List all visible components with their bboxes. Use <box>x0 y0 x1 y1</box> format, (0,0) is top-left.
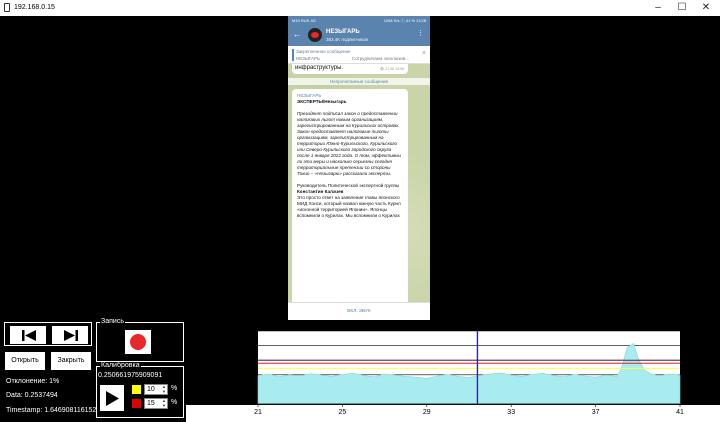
phone-status-bar: M13 RUS 4G 1264 K/s ⓘ 41 % 13:28 <box>288 16 430 24</box>
pinned-source: НЕЗЫГАРЬ <box>296 56 320 61</box>
unmute-button[interactable]: ВКЛ. ЗВУК <box>288 302 430 320</box>
play-button[interactable] <box>99 384 125 412</box>
open-button[interactable]: Открыть <box>4 351 46 371</box>
x-tick-label: 21 <box>254 409 262 416</box>
record-label: Запись <box>100 318 125 325</box>
record-button[interactable] <box>124 329 152 355</box>
y-tick-label: 0.28237095 <box>216 358 253 365</box>
pinned-message[interactable]: Закрепленное сообщение НЕЗЫГАРЬ Сотрудни… <box>288 46 430 64</box>
data-text: Data: 0.2537494 <box>6 392 58 399</box>
pinned-label: Закрепленное сообщение <box>296 49 351 54</box>
unread-divider: Непрочитанные сообщения <box>288 78 430 85</box>
x-tick-label: 25 <box>339 409 347 416</box>
play-icon <box>106 391 119 406</box>
y-tick-label: 0.31996345 <box>216 329 253 336</box>
status-left: M13 RUS 4G <box>292 18 316 23</box>
message-bubble[interactable]: НЕЗЫГАРЬ ЭКСПЕРТЫ/Незыгарь Президент под… <box>292 89 408 305</box>
message-body: Президент подписал закон о предоставлени… <box>297 111 401 176</box>
more-menu-icon[interactable]: ⋮ <box>417 29 424 37</box>
stepper-arrows-icon[interactable]: ▲ ▼ <box>162 398 166 408</box>
calibration-label: Калибровка <box>100 362 141 369</box>
skip-forward-icon <box>64 330 78 341</box>
stepper-arrows-icon[interactable]: ▲ ▼ <box>162 384 166 394</box>
close-window-button[interactable]: ✕ <box>694 0 718 16</box>
y-tick-label: 0.3011672 <box>220 343 253 350</box>
red-pct: % <box>171 399 178 406</box>
skip-back-icon <box>22 330 36 341</box>
app-window: 192.168.0.15 – ☐ ✕ M13 RUS 4G 1264 K/s ⓘ… <box>0 0 720 422</box>
red-threshold-stepper[interactable]: 15 ▲ ▼ <box>144 398 168 409</box>
x-tick-label: 29 <box>423 409 431 416</box>
yellow-threshold-stepper[interactable]: 10 ▲ ▼ <box>144 384 168 395</box>
deviation-text: Отклонение: 1% <box>6 378 60 385</box>
previous-message: инфраструктуры. 👁 21.9K 13:08 <box>292 64 408 74</box>
back-arrow-icon[interactable]: ← <box>293 30 301 39</box>
yellow-pct: % <box>171 385 178 392</box>
window-title: 192.168.0.15 <box>14 4 55 11</box>
message-body-3: Это просто ответ на заявление главы япон… <box>297 195 401 218</box>
y-tick-label: 0.24477845 <box>216 387 253 394</box>
pinned-preview: Сотрудничаем эксклюзив... <box>352 56 409 61</box>
signal-chart[interactable]: 0.31996345 0.3011672 0.28237095 0.2635747 0.… <box>186 322 720 422</box>
message-body-2: Руководитель Политической экспертной гру… <box>297 183 400 194</box>
x-tick-label: 37 <box>592 409 600 416</box>
phone-screen[interactable]: M13 RUS 4G 1264 K/s ⓘ 41 % 13:28 ← НЕЗЫГ… <box>288 16 430 320</box>
x-axis-band <box>186 405 720 422</box>
x-tick-label: 33 <box>507 409 515 416</box>
x-tick-label: 41 <box>676 409 684 416</box>
close-button[interactable]: Закрыть <box>50 351 92 371</box>
channel-header[interactable]: ← НЕЗЫГАРЬ 363.4K подписчиков ⋮ <box>288 24 430 46</box>
navigation-group <box>4 322 92 346</box>
chat-area[interactable]: инфраструктуры. 👁 21.9K 13:08 Непрочитан… <box>288 64 430 305</box>
close-icon[interactable]: × <box>422 50 426 57</box>
phone-icon <box>4 3 10 12</box>
minimize-button[interactable]: – <box>646 0 670 16</box>
yellow-swatch <box>132 385 141 394</box>
skip-back-button[interactable] <box>9 325 47 345</box>
y-tick-label: 0.2635747 <box>220 372 253 379</box>
red-swatch <box>132 399 141 408</box>
channel-avatar[interactable] <box>308 28 322 42</box>
record-icon <box>130 334 146 350</box>
channel-name: НЕЗЫГАРЬ <box>326 29 360 35</box>
subscriber-count: 363.4K подписчиков <box>326 37 368 42</box>
timestamp-text: Timestamp: 1.646908116152 <box>6 407 97 414</box>
message-header: ЭКСПЕРТЫ/Незыгарь <box>297 99 347 104</box>
calibration-value: 0.250661975909091 <box>98 372 163 379</box>
title-bar: 192.168.0.15 – ☐ ✕ <box>0 0 720 16</box>
skip-forward-button[interactable] <box>51 325 89 345</box>
chart-svg: 0.31996345 0.3011672 0.28237095 0.2635747 0.… <box>186 329 720 422</box>
maximize-button[interactable]: ☐ <box>670 0 694 16</box>
